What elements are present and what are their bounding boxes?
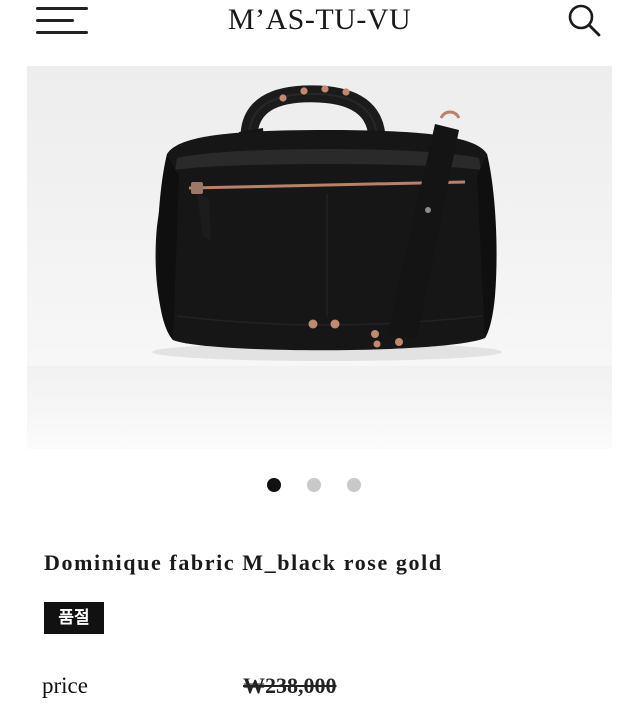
price-label: price — [42, 673, 88, 698]
sold-out-badge: 품절 — [44, 602, 104, 634]
site-header: M’AS-TU-VU — [0, 0, 639, 60]
search-button[interactable] — [564, 2, 604, 38]
product-bag-image — [152, 85, 502, 361]
price-value: ₩238,000 — [243, 673, 337, 698]
carousel-dot-2[interactable] — [307, 478, 321, 492]
carousel-dot-3[interactable] — [347, 478, 361, 492]
search-icon — [568, 4, 601, 37]
carousel-dot-1[interactable] — [267, 478, 281, 492]
product-image-gallery[interactable] — [27, 66, 612, 449]
brand-logo[interactable]: M’AS-TU-VU — [0, 3, 639, 37]
carousel-pagination — [0, 477, 639, 493]
product-title: Dominique fabric M_black rose gold — [44, 550, 443, 575]
